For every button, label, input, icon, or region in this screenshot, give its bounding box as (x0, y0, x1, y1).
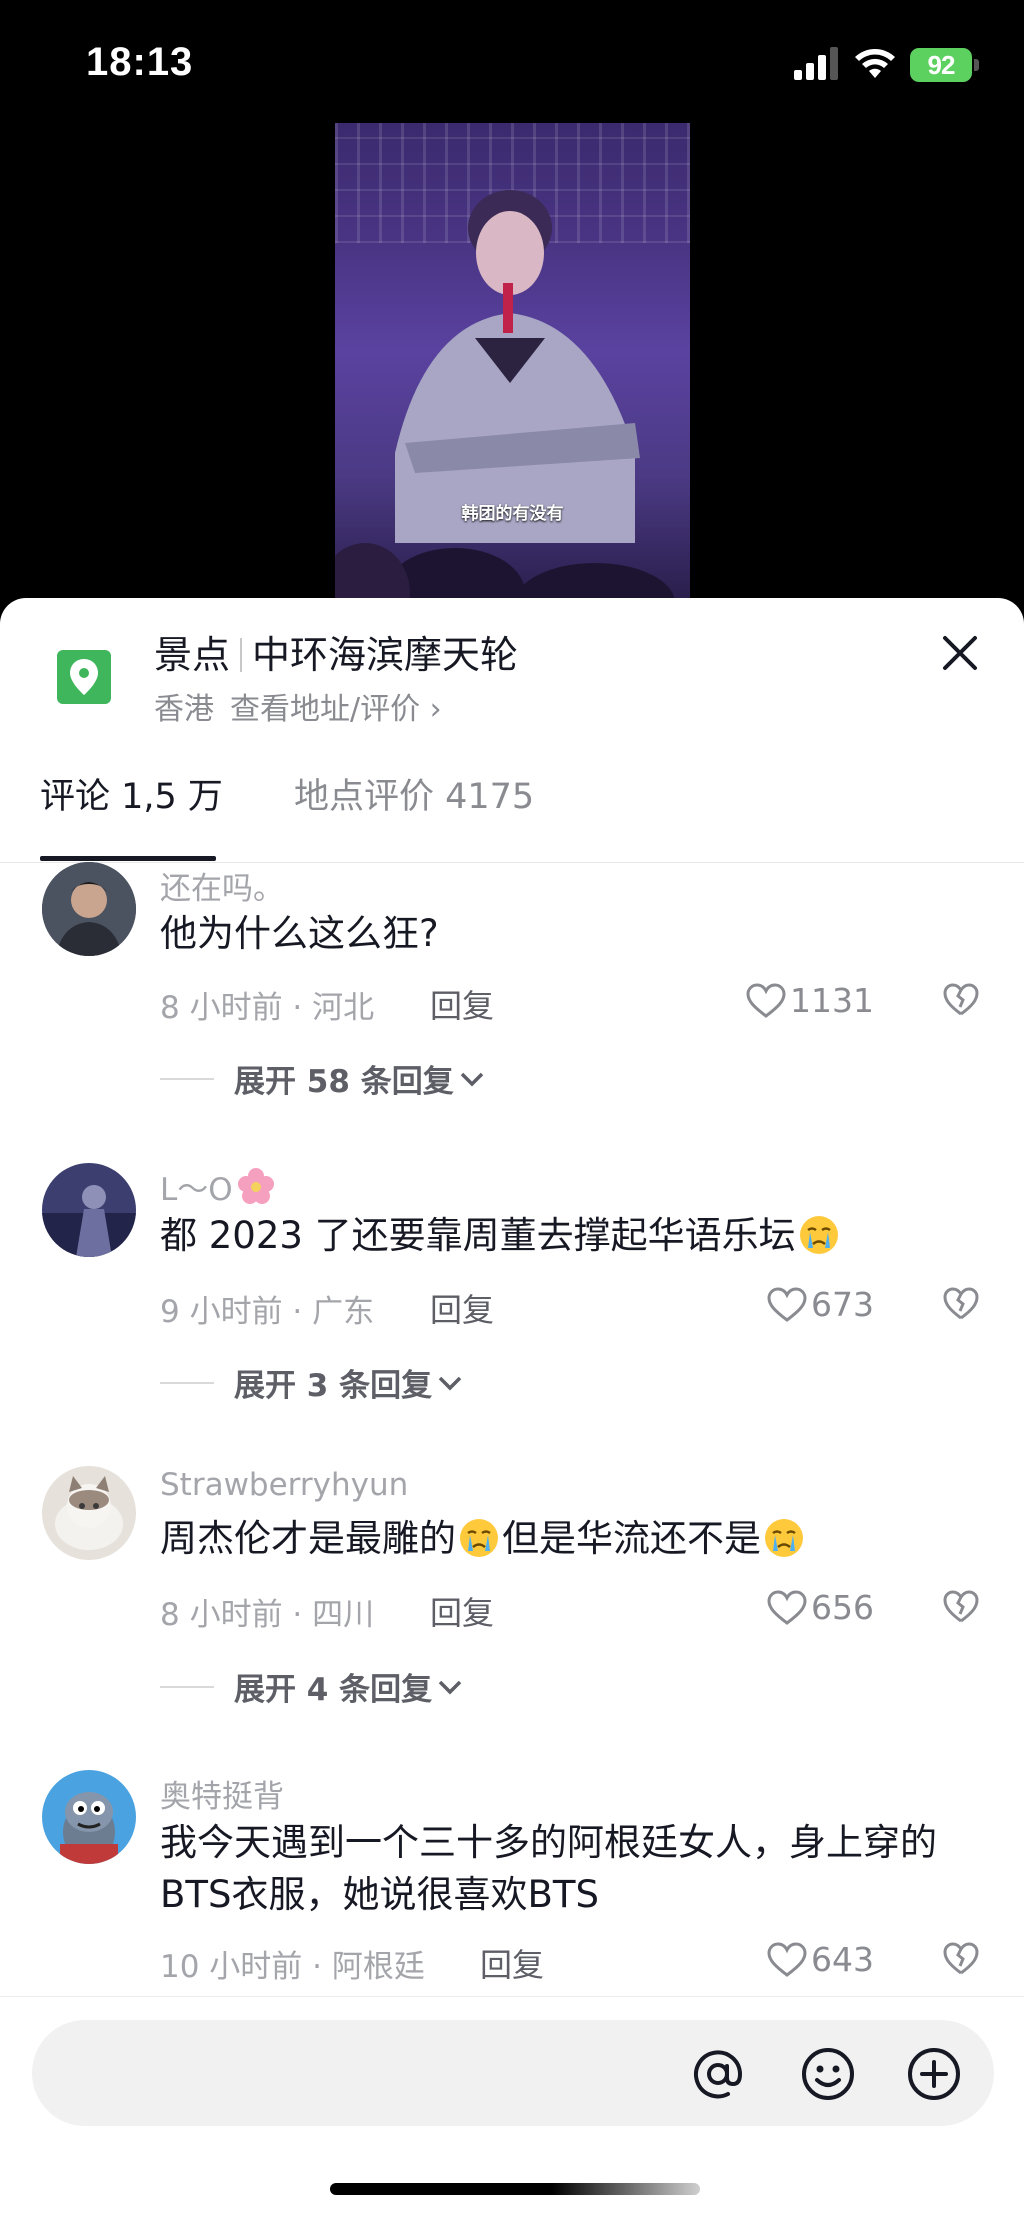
expand-replies-button[interactable]: 展开 58 条回复 (160, 1056, 486, 1101)
avatar[interactable] (42, 1466, 136, 1560)
video-caption: 韩团的有没有 (461, 504, 564, 524)
comment-meta: 9 小时前 · 广东 (160, 1294, 375, 1330)
location-title[interactable]: 景点 中环海滨摩天轮 (154, 624, 518, 679)
comment-input[interactable] (52, 2020, 692, 2126)
performer-illustration (335, 190, 675, 628)
crying-emoji-icon (799, 1216, 838, 1254)
location-category: 景点 (154, 633, 231, 677)
status-time: 18:13 (86, 40, 194, 84)
active-tab-indicator (40, 856, 216, 861)
view-address-link[interactable]: 查看地址/评价 › (230, 692, 442, 727)
heart-icon (746, 982, 786, 1018)
battery-cap (974, 59, 979, 71)
avatar[interactable] (42, 1770, 136, 1864)
like-button[interactable]: 673 (767, 1285, 874, 1324)
chevron-down-icon (438, 1376, 462, 1390)
status-bar: 18:13 92 (0, 0, 1024, 120)
reply-button[interactable]: 回复 (430, 981, 494, 1027)
comment-meta: 8 小时前 · 四川 (160, 1597, 375, 1633)
comment-text: 我今天遇到一个三十多的阿根廷女人，身上穿的BTS衣服，她说很喜欢BTS (160, 1821, 937, 1916)
home-indicator[interactable] (330, 2183, 700, 2195)
reply-button[interactable]: 回复 (480, 1940, 544, 1986)
battery-indicator: 92 (910, 48, 972, 82)
comment-meta: 10 小时前 · 阿根廷 (160, 1949, 425, 1985)
comment-input-bar (32, 2020, 994, 2126)
expand-replies-button[interactable]: 展开 3 条回复 (160, 1360, 464, 1405)
reply-button[interactable]: 回复 (430, 1588, 494, 1634)
like-button[interactable]: 656 (767, 1588, 874, 1627)
comment-username[interactable]: Strawberryhyun (160, 1467, 408, 1503)
broken-heart-icon[interactable] (943, 1590, 979, 1624)
like-count: 1131 (790, 981, 874, 1020)
like-count: 656 (811, 1588, 874, 1627)
comment-sheet: 景点 中环海滨摩天轮 香港 查看地址/评价 › 评论 1,5 万 地点评价 4175… (0, 598, 1024, 2216)
expand-replies-label: 展开 3 条回复 (234, 1368, 433, 1404)
like-count: 673 (811, 1285, 874, 1324)
heart-icon (767, 1941, 807, 1977)
wifi-icon (855, 49, 895, 78)
location-subtitle[interactable]: 香港 查看地址/评价 › (154, 684, 442, 728)
chevron-down-icon (438, 1680, 462, 1694)
like-count: 643 (811, 1940, 874, 1979)
comment-username[interactable]: 还在吗。 (160, 863, 284, 908)
comment-username[interactable]: L～O (160, 1164, 279, 1209)
close-icon[interactable] (935, 628, 985, 678)
map-pin-icon[interactable] (57, 650, 111, 704)
plus-circle-icon[interactable] (906, 2046, 962, 2102)
avatar[interactable] (42, 1163, 136, 1257)
chevron-down-icon (460, 1072, 483, 1086)
crying-emoji-icon (765, 1519, 803, 1557)
smiley-icon[interactable] (800, 2046, 856, 2102)
comment-text: 都 2023 了还要靠周董去撑起华语乐坛 (160, 1210, 980, 1262)
broken-heart-icon[interactable] (943, 1287, 979, 1321)
like-button[interactable]: 643 (767, 1940, 874, 1979)
heart-icon (767, 1589, 807, 1625)
tabs-divider (0, 862, 1024, 863)
comment-meta: 8 小时前 · 河北 (160, 990, 375, 1026)
tab-comments[interactable]: 评论 1,5 万 (40, 768, 223, 819)
video-player[interactable]: 韩团的有没有 (335, 123, 690, 628)
crying-emoji-icon (460, 1519, 498, 1557)
cellular-signal-icon (794, 47, 838, 80)
at-icon[interactable] (690, 2046, 746, 2102)
broken-heart-icon[interactable] (943, 1942, 979, 1976)
input-divider (0, 1996, 1024, 1997)
broken-heart-icon[interactable] (943, 983, 979, 1017)
heart-icon (767, 1286, 807, 1322)
expand-replies-label: 展开 4 条回复 (234, 1672, 433, 1708)
comment-text: 周杰伦才是最雕的 但是华流还不是 (160, 1513, 980, 1565)
comment-username[interactable]: 奥特挺背 (160, 1771, 284, 1816)
reply-button[interactable]: 回复 (430, 1285, 494, 1331)
tab-location-reviews[interactable]: 地点评价 4175 (294, 768, 534, 819)
location-name: 中环海滨摩天轮 (252, 633, 519, 677)
like-button[interactable]: 1131 (746, 981, 874, 1020)
location-region: 香港 (154, 692, 214, 727)
expand-replies-button[interactable]: 展开 4 条回复 (160, 1664, 464, 1709)
comment-text: 他为什么这么狂? (160, 912, 439, 955)
expand-replies-label: 展开 58 条回复 (234, 1064, 454, 1100)
avatar[interactable] (42, 862, 136, 956)
flower-emoji-icon (237, 1168, 274, 1204)
title-divider (240, 638, 243, 672)
